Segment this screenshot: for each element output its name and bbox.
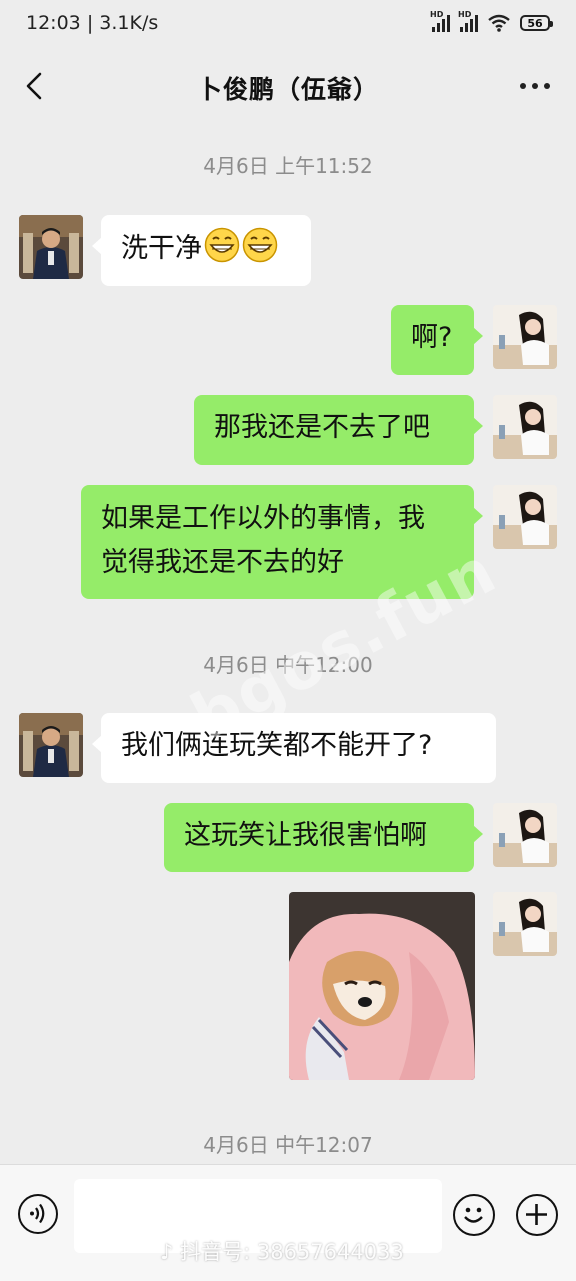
message-text: 啊?	[411, 322, 453, 353]
sticker-image[interactable]	[289, 892, 475, 1080]
message-text: 我们俩连玩笑都不能开了?	[121, 730, 433, 761]
network-speed: 3.1K/s	[99, 12, 159, 34]
emoji-icon[interactable]	[453, 1194, 495, 1236]
battery-icon: 56	[520, 15, 553, 31]
avatar-self[interactable]	[493, 395, 557, 459]
avatar-self[interactable]	[493, 892, 557, 956]
voice-icon[interactable]	[18, 1194, 58, 1234]
message-bubble-sent[interactable]: 这玩笑让我很害怕啊	[164, 803, 483, 872]
avatar-self[interactable]	[493, 305, 557, 369]
message-bubble-received[interactable]: 洗干净	[92, 215, 311, 286]
douyin-id: 抖音号: 38657644033	[180, 1240, 404, 1264]
message-text: 这玩笑让我很害怕啊	[184, 820, 427, 851]
avatar-contact[interactable]	[19, 713, 83, 777]
message-text: 那我还是不去了吧	[214, 412, 430, 443]
message-text-line: 如果是工作以外的事情，我	[101, 503, 425, 534]
avatar-contact[interactable]	[19, 215, 83, 279]
signal-icon: HD	[430, 10, 450, 32]
message-bubble-sent[interactable]: 啊?	[391, 305, 483, 375]
grinning-emoji-icon	[204, 227, 240, 263]
timestamp: 4月6日 中午12:07	[203, 1133, 373, 1157]
battery-level: 56	[527, 16, 543, 30]
douyin-watermark: ♪ 抖音号: 38657644033	[160, 1236, 404, 1266]
avatar-self[interactable]	[493, 803, 557, 867]
signal-icon: HD	[458, 10, 478, 32]
wifi-icon	[488, 14, 510, 32]
grinning-emoji-icon	[242, 227, 278, 263]
status-bar: 12:03 | 3.1K/s HD HD 56	[0, 0, 576, 48]
status-left: 12:03 | 3.1K/s	[26, 12, 158, 34]
nav-bar: 卜俊鹏（伍爺）	[0, 50, 576, 122]
add-icon[interactable]	[516, 1194, 558, 1236]
message-text: 洗干净	[121, 233, 202, 264]
clock: 12:03	[26, 12, 81, 34]
status-icons: HD HD 56	[430, 10, 553, 32]
timestamp: 4月6日 上午11:52	[203, 154, 373, 178]
douyin-logo-icon: ♪	[160, 1240, 174, 1264]
more-icon[interactable]	[520, 83, 550, 89]
avatar-self[interactable]	[493, 485, 557, 549]
message-bubble-received[interactable]: 我们俩连玩笑都不能开了?	[92, 713, 496, 783]
chat-title: 卜俊鹏（伍爺）	[196, 75, 379, 104]
message-bubble-sent[interactable]: 那我还是不去了吧	[194, 395, 483, 465]
status-separator: |	[86, 12, 94, 34]
